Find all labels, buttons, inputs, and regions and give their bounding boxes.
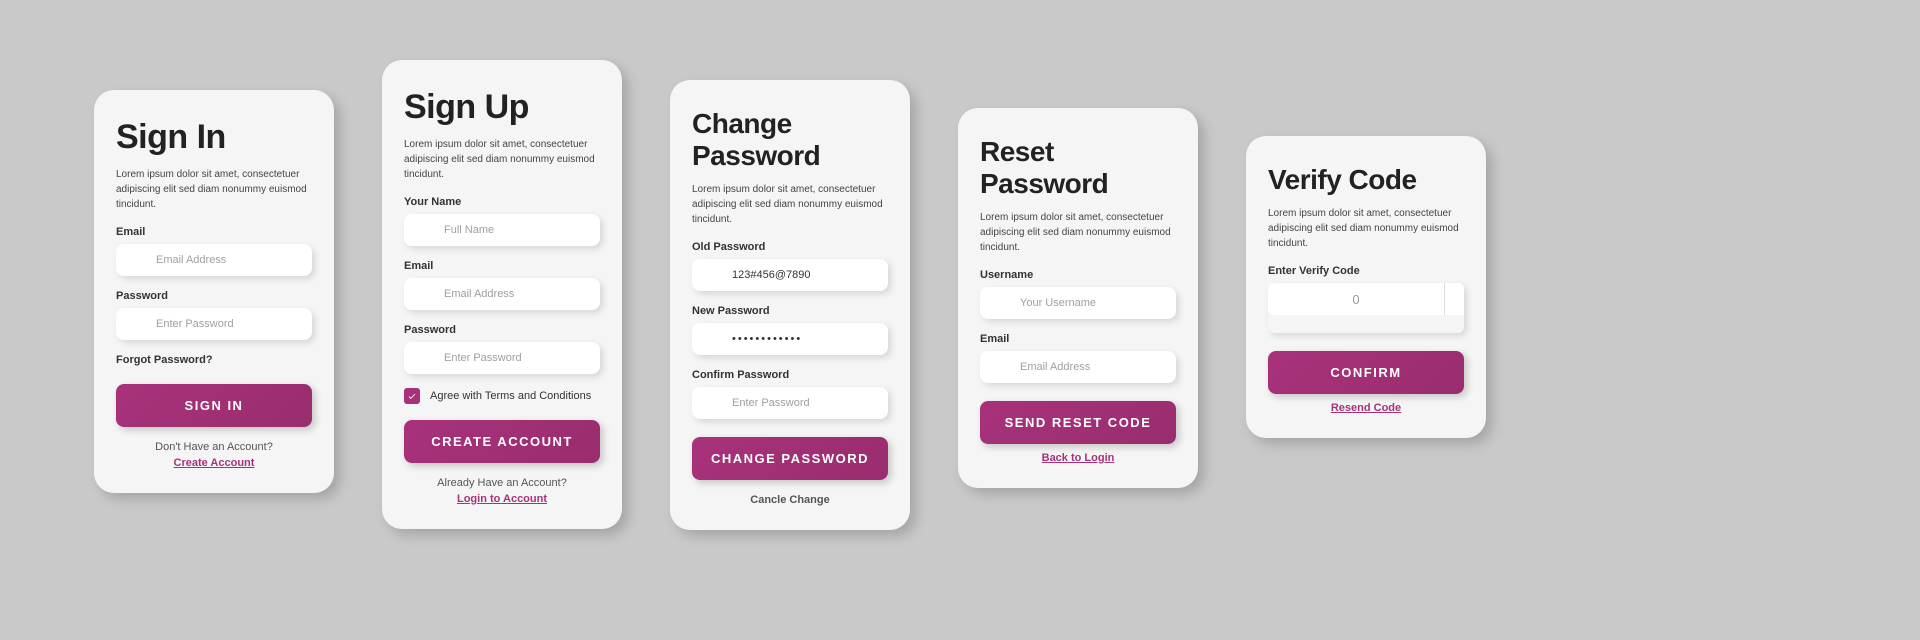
signup-email-input[interactable] [404,278,600,310]
signin-card: Sign In Lorem ipsum dolor sit amet, cons… [94,90,334,493]
resetpw-card: Reset Password Lorem ipsum dolor sit ame… [958,108,1198,488]
code-digit-2[interactable] [1445,283,1464,315]
cancel-change-link[interactable]: Cancle Change [692,494,888,506]
username-input[interactable] [980,287,1176,319]
verify-title: Verify Code [1268,164,1464,196]
signin-title: Sign In [116,118,312,157]
send-reset-code-button[interactable]: SEND RESET CODE [980,401,1176,444]
code-digit-1[interactable] [1268,283,1445,315]
old-password-label: Old Password [692,241,888,253]
resetpw-title: Reset Password [980,136,1176,200]
signup-card: Sign Up Lorem ipsum dolor sit amet, cons… [382,60,622,529]
signin-subtitle: Lorem ipsum dolor sit amet, consectetuer… [116,167,312,212]
signup-title: Sign Up [404,88,600,127]
verify-subtitle: Lorem ipsum dolor sit amet, consectetuer… [1268,206,1464,251]
signup-password-input[interactable] [404,342,600,374]
resend-code-link[interactable]: Resend Code [1268,402,1464,414]
signup-name-input[interactable] [404,214,600,246]
change-password-button[interactable]: CHANGE PASSWORD [692,437,888,480]
new-password-input[interactable] [692,323,888,355]
terms-checkbox[interactable] [404,388,420,404]
create-account-button[interactable]: CREATE ACCOUNT [404,420,600,463]
new-password-label: New Password [692,305,888,317]
changepw-title: Change Password [692,108,888,172]
terms-label: Agree with Terms and Conditions [430,390,591,402]
verify-card: Verify Code Lorem ipsum dolor sit amet, … [1246,136,1486,438]
username-label: Username [980,269,1176,281]
confirm-password-input[interactable] [692,387,888,419]
signin-email-input[interactable] [116,244,312,276]
confirm-password-label: Confirm Password [692,369,888,381]
confirm-button[interactable]: CONFIRM [1268,351,1464,394]
login-to-account-link[interactable]: Login to Account [404,493,600,505]
signup-name-label: Your Name [404,196,600,208]
signin-password-label: Password [116,290,312,302]
check-icon [407,391,417,401]
signup-email-label: Email [404,260,600,272]
create-account-link[interactable]: Create Account [116,457,312,469]
signup-have-account: Already Have an Account? [404,477,600,489]
changepw-card: Change Password Lorem ipsum dolor sit am… [670,80,910,530]
old-password-input[interactable] [692,259,888,291]
signin-no-account: Don't Have an Account? [116,441,312,453]
signup-subtitle: Lorem ipsum dolor sit amet, consectetuer… [404,137,600,182]
signin-email-label: Email [116,226,312,238]
resetpw-subtitle: Lorem ipsum dolor sit amet, consectetuer… [980,210,1176,255]
signin-button[interactable]: SIGN IN [116,384,312,427]
code-input-row [1268,283,1464,315]
resetpw-email-label: Email [980,333,1176,345]
back-to-login-link[interactable]: Back to Login [980,452,1176,464]
resetpw-email-input[interactable] [980,351,1176,383]
verify-code-label: Enter Verify Code [1268,265,1464,277]
signin-password-input[interactable] [116,308,312,340]
forgot-password-link[interactable]: Forgot Password? [116,354,312,366]
changepw-subtitle: Lorem ipsum dolor sit amet, consectetuer… [692,182,888,227]
signup-password-label: Password [404,324,600,336]
